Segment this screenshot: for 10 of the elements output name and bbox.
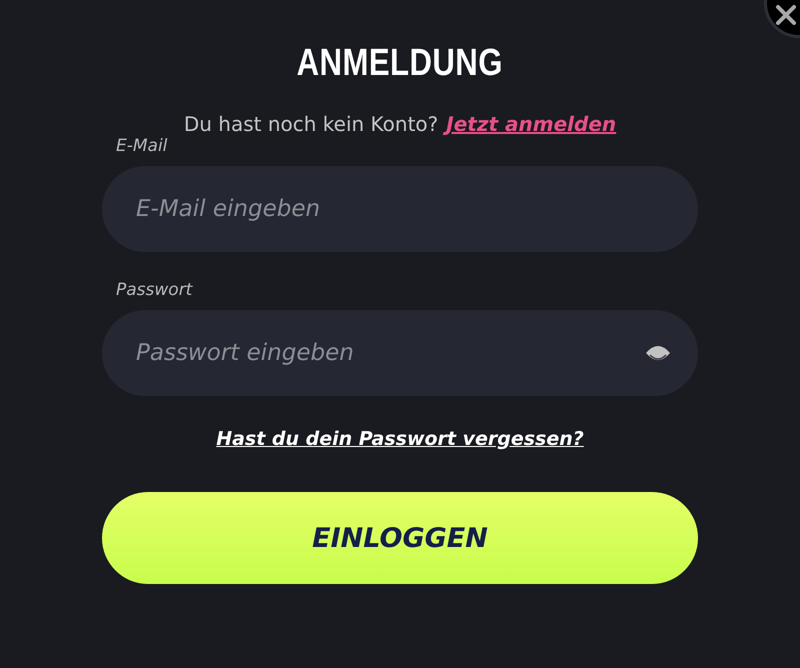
password-field[interactable]: Passwort eingeben <box>102 310 698 396</box>
field-label: E-Mail <box>116 136 168 156</box>
login-button[interactable]: EINLOGGEN <box>102 492 698 584</box>
eye-icon[interactable] <box>644 343 672 363</box>
forgot-password-link[interactable]: Hast du dein Passwort vergessen? <box>216 428 584 450</box>
signup-prompt: Du hast noch kein Konto? <box>184 112 438 136</box>
dialog-title: ANMELDUNG <box>296 41 504 86</box>
email-field[interactable]: E-Mail eingeben <box>102 166 698 252</box>
field-label: Passwort <box>116 280 194 300</box>
close-icon <box>775 4 797 26</box>
